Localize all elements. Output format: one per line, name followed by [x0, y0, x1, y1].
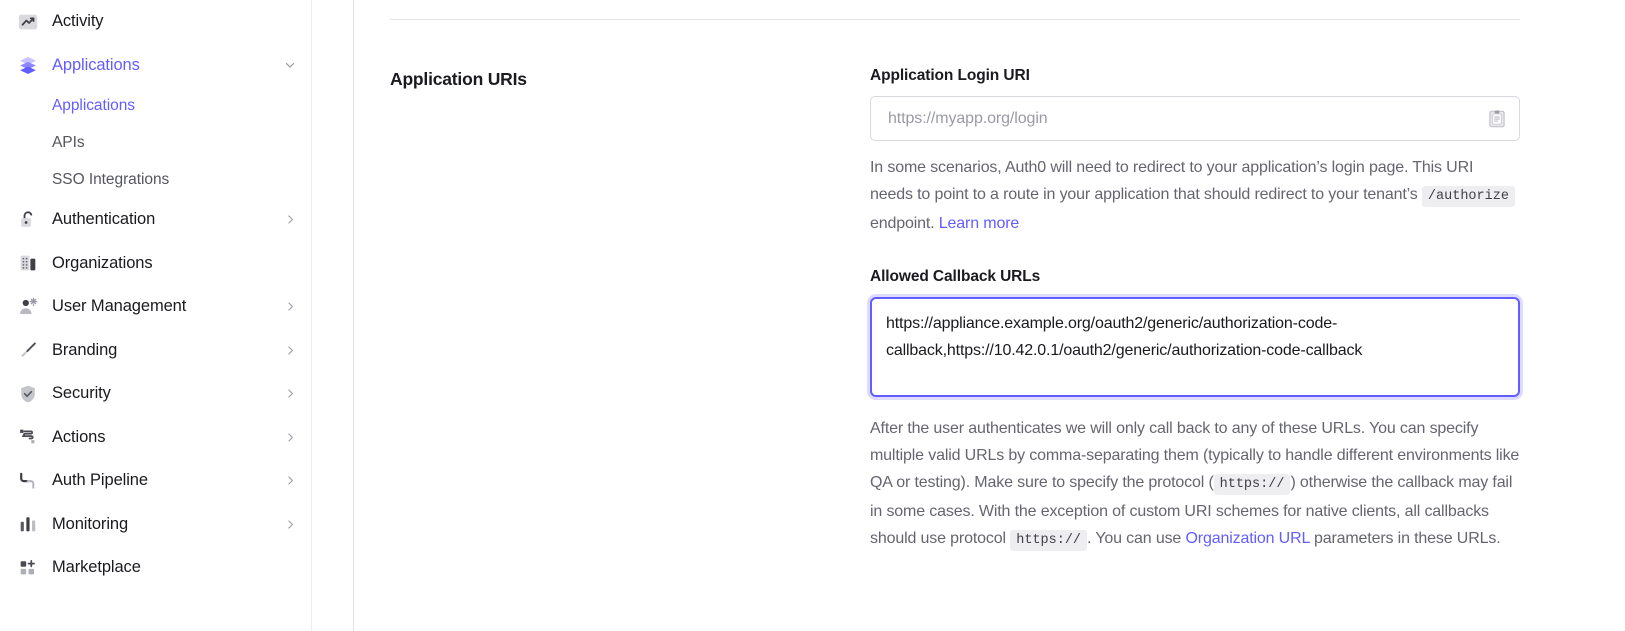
sidebar-item-auth-pipeline[interactable]: Auth Pipeline: [0, 459, 311, 503]
page-title: Application URIs: [390, 69, 527, 89]
chevron-right-icon[interactable]: [283, 343, 297, 357]
shield-check-icon: [16, 382, 40, 406]
subnav-item-sso-integrations[interactable]: SSO Integrations: [0, 161, 311, 198]
helper-text-part2: endpoint.: [870, 215, 939, 232]
building-icon: [16, 251, 40, 275]
chevron-right-icon[interactable]: [283, 430, 297, 444]
sidebar-item-label: Security: [52, 384, 111, 403]
subnav-list: Applications APIs SSO Integrations: [0, 87, 311, 198]
chevron-right-icon[interactable]: [283, 387, 297, 401]
helper-text-part1: In some scenarios, Auth0 will need to re…: [870, 159, 1474, 203]
allowed-callback-urls-label: Allowed Callback URLs: [870, 268, 1041, 285]
chevron-right-icon[interactable]: [283, 213, 297, 227]
sidebar-item-label: Auth Pipeline: [52, 471, 148, 490]
form-fields: Application Login URI https://myapp.org/…: [870, 67, 1520, 554]
sidebar-item-branding[interactable]: Branding: [0, 329, 311, 373]
application-login-uri-helper: In some scenarios, Auth0 will need to re…: [870, 154, 1520, 237]
allowed-callback-urls-field: Allowed Callback URLs After the user aut…: [870, 268, 1520, 554]
pipeline-icon: [16, 469, 40, 493]
sidebar-item-label: Applications: [52, 55, 140, 74]
subnav-item-label: APIs: [52, 133, 85, 151]
sidebar-item-label: Monitoring: [52, 514, 129, 533]
subnav-item-label: Applications: [52, 96, 135, 114]
sidebar-item-label: Marketplace: [52, 558, 141, 577]
organization-url-link[interactable]: Organization URL: [1185, 530, 1309, 547]
helper-text-part4: parameters in these URLs.: [1309, 530, 1501, 547]
application-login-uri-input-wrap: [870, 96, 1520, 141]
allowed-callback-urls-helper: After the user authenticates we will onl…: [870, 415, 1520, 554]
chevron-right-icon[interactable]: [283, 474, 297, 488]
activity-chart-icon: [16, 10, 40, 34]
sidebar-subnav-applications: Applications APIs SSO Integrations: [0, 87, 311, 198]
subnav-item-label: SSO Integrations: [52, 170, 170, 188]
user-gear-icon: [16, 295, 40, 319]
sidebar-item-label: Organizations: [52, 253, 153, 272]
sidebar-item-label: User Management: [52, 297, 187, 316]
sidebar-nav-list: Activity Applications Applications APIs …: [0, 0, 311, 590]
learn-more-link[interactable]: Learn more: [939, 215, 1019, 232]
https-code-chip-2: https://: [1010, 530, 1088, 551]
chevron-right-icon[interactable]: [283, 300, 297, 314]
sidebar-item-authentication[interactable]: Authentication: [0, 198, 311, 242]
layers-icon: [16, 53, 40, 77]
section-divider: [390, 19, 1520, 20]
application-login-uri-label: Application Login URI: [870, 67, 1030, 84]
https-code-chip-1: https://: [1213, 474, 1291, 495]
sidebar-navigation: Activity Applications Applications APIs …: [0, 0, 311, 631]
authorize-code-chip: /authorize: [1421, 186, 1515, 207]
grid-plus-icon: [16, 556, 40, 580]
sidebar-item-label: Actions: [52, 427, 106, 446]
flow-icon: [16, 425, 40, 449]
sidebar-item-label: Branding: [52, 340, 118, 359]
application-login-uri-input[interactable]: [870, 96, 1520, 141]
allowed-callback-urls-textarea[interactable]: [870, 297, 1520, 397]
sidebar-item-user-management[interactable]: User Management: [0, 285, 311, 329]
helper-text-part3: . You can use: [1087, 530, 1186, 547]
sidebar-item-label: Activity: [52, 12, 104, 31]
unlock-icon: [16, 208, 40, 232]
allowed-callback-urls-wrap: [870, 297, 1520, 402]
application-uris-section: Application URIs Application Login URI h…: [390, 67, 1625, 554]
sidebar-item-marketplace[interactable]: Marketplace: [0, 546, 311, 590]
sidebar-item-applications[interactable]: Applications: [0, 44, 311, 88]
application-login-uri-field: Application Login URI https://myapp.org/…: [870, 67, 1520, 237]
sidebar-item-label: Authentication: [52, 210, 156, 229]
subnav-item-applications[interactable]: Applications: [0, 87, 311, 124]
subnav-item-apis[interactable]: APIs: [0, 124, 311, 161]
sidebar-item-activity[interactable]: Activity: [0, 0, 311, 44]
chevron-right-icon[interactable]: [283, 517, 297, 531]
sidebar-item-security[interactable]: Security: [0, 372, 311, 416]
sidebar-item-monitoring[interactable]: Monitoring: [0, 503, 311, 547]
chevron-down-icon[interactable]: [283, 58, 297, 72]
main-content: Application URIs Application Login URI h…: [311, 0, 1625, 631]
sidebar-item-organizations[interactable]: Organizations: [0, 242, 311, 286]
paste-clipboard-icon[interactable]: [1486, 107, 1508, 131]
bar-chart-icon: [16, 512, 40, 536]
auth0-dashboard: Activity Applications Applications APIs …: [0, 0, 1625, 631]
paintbrush-icon: [16, 338, 40, 362]
sidebar-item-actions[interactable]: Actions: [0, 416, 311, 460]
